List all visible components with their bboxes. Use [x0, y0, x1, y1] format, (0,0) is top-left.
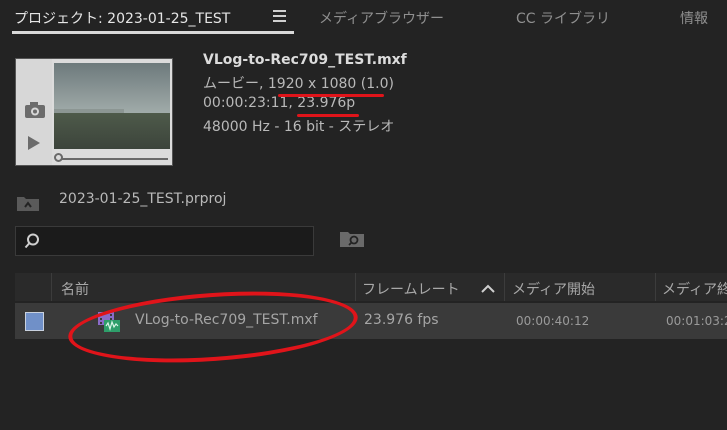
clip-thumbnail-image: [54, 63, 170, 149]
column-header-media-start[interactable]: メディア開始: [512, 279, 595, 299]
active-tab-indicator: [12, 31, 294, 34]
tab-cc-libraries[interactable]: CC ライブラリ: [516, 8, 610, 28]
column-header-name[interactable]: 名前: [61, 279, 89, 299]
media-end-cell: 00:01:03:2: [666, 314, 727, 328]
media-start-cell: 00:00:40:12: [516, 314, 590, 328]
project-file-name: 2023-01-25_TEST.prproj: [59, 191, 227, 207]
column-header-media-end[interactable]: メディア終: [662, 279, 727, 299]
panel-menu-icon[interactable]: [273, 10, 286, 23]
search-icon: [24, 233, 39, 249]
find-bin-icon[interactable]: [339, 230, 365, 248]
panel-tab-bar: プロジェクト: 2023-01-25_TEST メディアブラウザー CC ライブ…: [0, 0, 727, 36]
annotation-underline-fps: [297, 114, 359, 117]
search-input[interactable]: [46, 231, 310, 253]
tab-media-browser[interactable]: メディアブラウザー: [319, 8, 444, 28]
scrub-track[interactable]: [58, 158, 168, 160]
tab-project[interactable]: プロジェクト: 2023-01-25_TEST: [14, 8, 230, 28]
scrub-handle[interactable]: [54, 153, 63, 162]
clip-audio-info: 48000 Hz - 16 bit - ステレオ: [203, 119, 395, 135]
column-header-frame-rate[interactable]: フレームレート: [362, 279, 460, 299]
label-color-swatch[interactable]: [25, 312, 44, 331]
camera-icon[interactable]: [24, 101, 46, 119]
search-field[interactable]: [15, 226, 314, 256]
folder-up-icon[interactable]: [16, 194, 40, 212]
annotation-underline-resolution: [278, 94, 384, 97]
clip-type-resolution: ムービー, 1920 x 1080 (1.0): [203, 76, 394, 92]
clip-duration-fps: 00:00:23:11, 23.976p: [203, 95, 356, 111]
clip-preview: [15, 58, 173, 166]
tab-info[interactable]: 情報: [680, 8, 708, 28]
frame-rate-cell: 23.976 fps: [364, 312, 439, 328]
play-icon[interactable]: [27, 135, 41, 151]
clip-name: VLog-to-Rec709_TEST.mxf: [203, 52, 407, 68]
table-header: 名前 フレームレート メディア開始 メディア終: [15, 273, 727, 301]
sort-ascending-icon[interactable]: [480, 283, 496, 293]
